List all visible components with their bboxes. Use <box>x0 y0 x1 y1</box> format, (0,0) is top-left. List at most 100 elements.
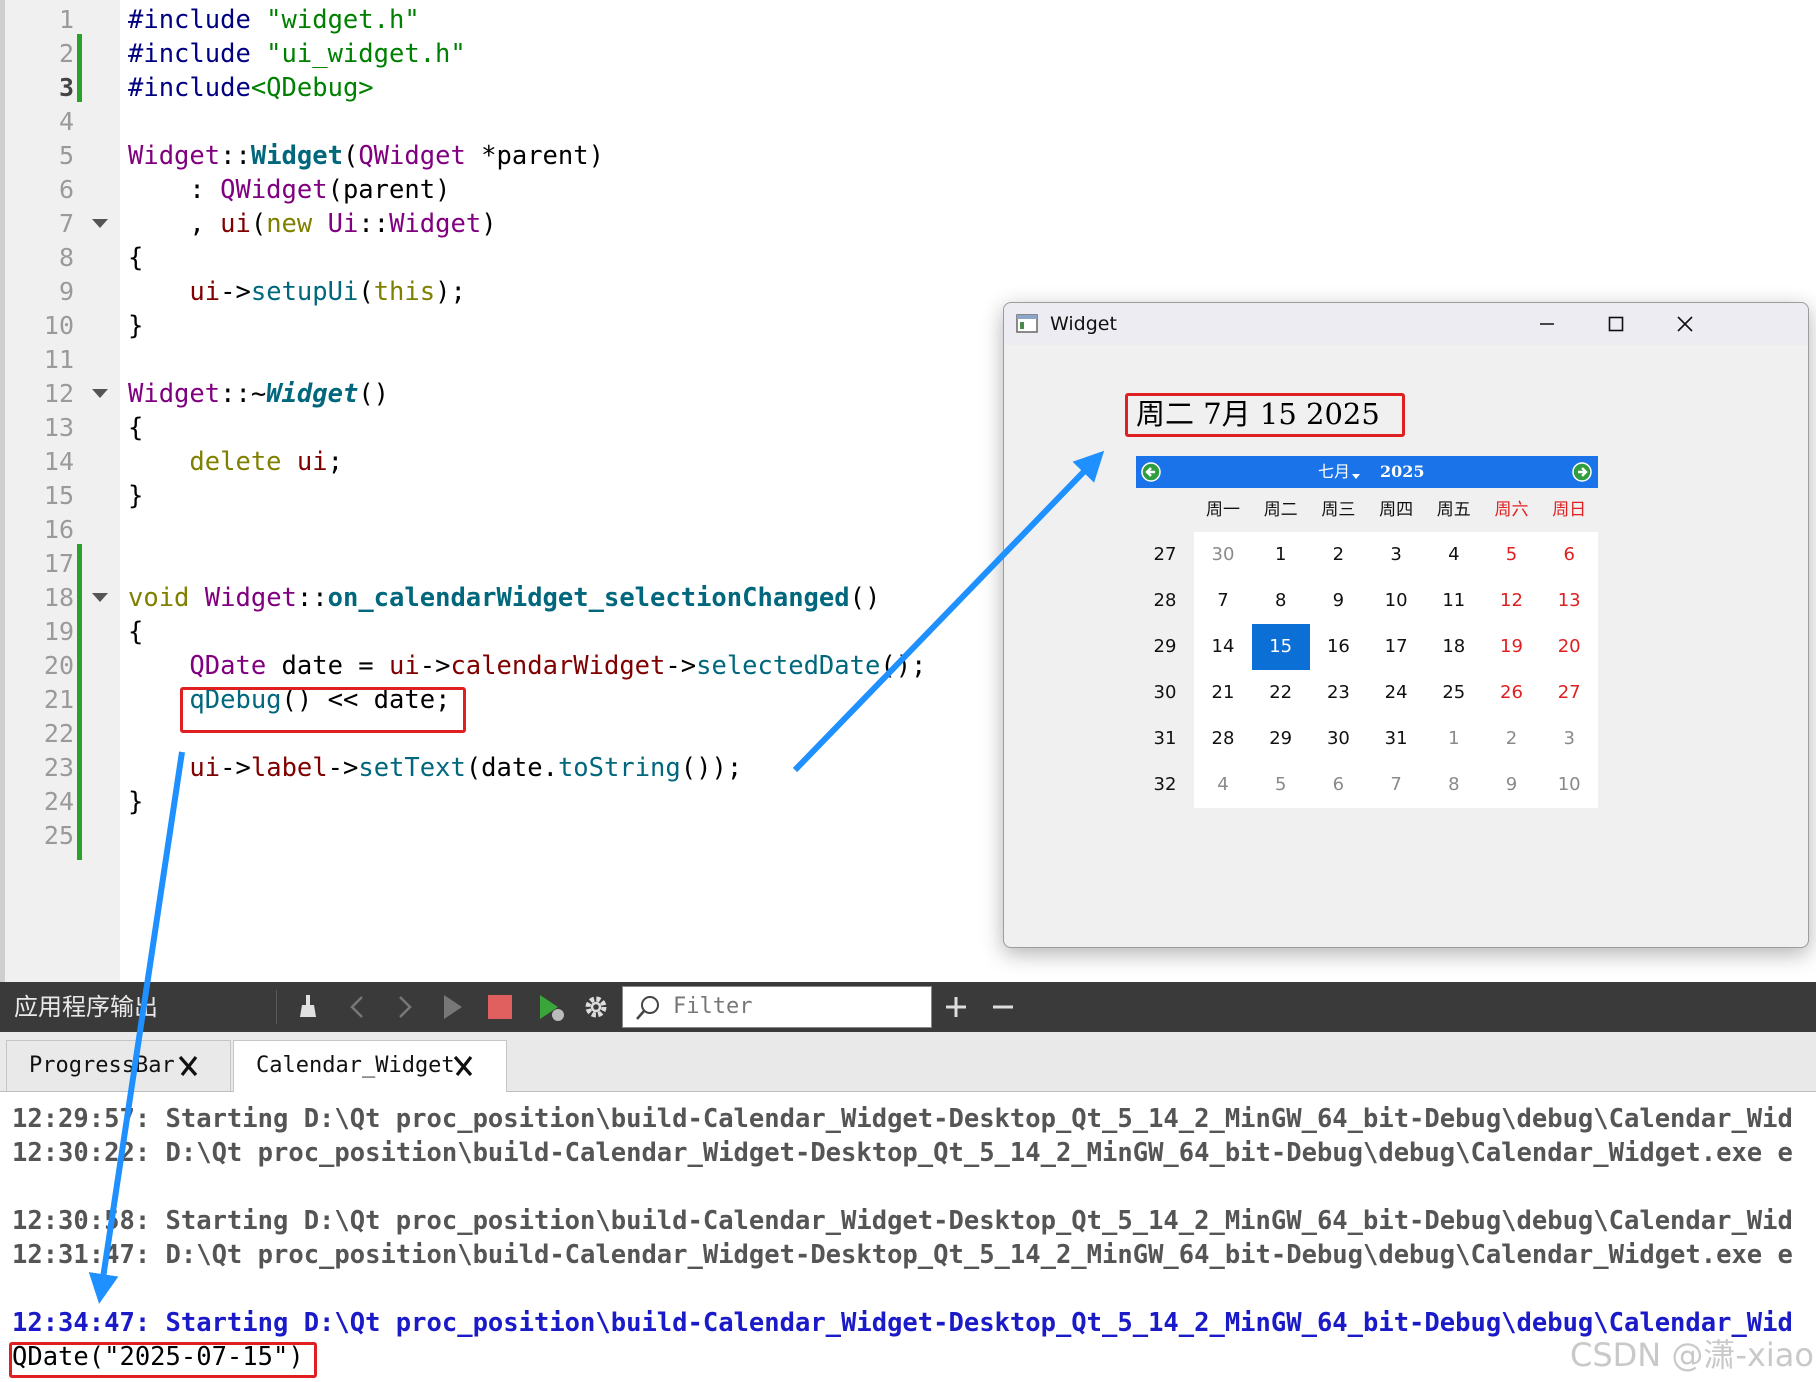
line-number: 16 <box>43 515 74 544</box>
previous-month-icon[interactable] <box>1141 462 1161 482</box>
code-line[interactable]: } <box>128 785 143 819</box>
widget-window[interactable]: Widget 周二 7月 15 2025 七月 2025 周一 周二 周三 周四 周五周… <box>1003 302 1809 948</box>
calendar-day[interactable]: 1 <box>1252 532 1310 578</box>
line-number: 5 <box>58 141 74 170</box>
tab-progressbar[interactable]: ProgressBar <box>6 1040 231 1091</box>
weekday-header: 周六 <box>1494 500 1529 520</box>
minimize-icon[interactable] <box>1532 309 1562 339</box>
calendar-day[interactable]: 8 <box>1425 762 1483 808</box>
next-month-icon[interactable] <box>1572 462 1592 482</box>
code-line[interactable]: Widget::~Widget() <box>128 377 389 411</box>
calendar-day[interactable]: 29 <box>1252 716 1310 762</box>
calendar-day[interactable]: 15 <box>1251 624 1310 670</box>
calendar-day[interactable]: 31 <box>1367 716 1425 762</box>
code-line[interactable]: : QWidget(parent) <box>128 173 450 207</box>
code-line[interactable]: #include "ui_widget.h" <box>128 37 466 71</box>
calendar-day[interactable]: 14 <box>1194 624 1252 670</box>
calendar-day[interactable]: 28 <box>1194 716 1252 762</box>
run-icon[interactable] <box>436 991 468 1023</box>
application-output-log[interactable]: 12:29:57: Starting D:\Qt proc_position\b… <box>0 1092 1816 1382</box>
line-number: 15 <box>43 481 74 510</box>
line-number: 23 <box>43 753 74 782</box>
code-line[interactable]: #include<QDebug> <box>128 71 374 105</box>
calendar-day[interactable]: 27 <box>1540 670 1598 716</box>
year-spinbox[interactable]: 2025 <box>1380 456 1425 488</box>
calendar-day[interactable]: 4 <box>1194 762 1252 808</box>
gear-icon[interactable] <box>580 991 612 1023</box>
code-line[interactable]: delete ui; <box>128 445 343 479</box>
code-line[interactable]: void Widget::on_calendarWidget_selection… <box>128 581 880 615</box>
code-token: void <box>128 583 190 613</box>
code-line[interactable]: { <box>128 411 143 445</box>
code-line[interactable]: #include "widget.h" <box>128 3 420 37</box>
calendar-day[interactable]: 21 <box>1194 670 1252 716</box>
calendar-day[interactable]: 3 <box>1367 532 1425 578</box>
calendar-day[interactable]: 8 <box>1252 578 1310 624</box>
previous-item-icon[interactable] <box>342 991 374 1023</box>
calendar-day[interactable]: 16 <box>1309 624 1367 670</box>
calendar-day[interactable]: 13 <box>1540 578 1598 624</box>
calendar-day[interactable]: 6 <box>1540 532 1598 578</box>
fold-arrow-icon[interactable] <box>92 593 108 602</box>
calendar-day[interactable]: 9 <box>1483 762 1541 808</box>
calendar-day[interactable]: 6 <box>1309 762 1367 808</box>
calendar-day[interactable]: 1 <box>1425 716 1483 762</box>
calendar-day[interactable]: 22 <box>1252 670 1310 716</box>
calendar-day[interactable]: 2 <box>1309 532 1367 578</box>
calendar-day[interactable]: 17 <box>1367 624 1425 670</box>
calendar-day[interactable]: 2 <box>1483 716 1541 762</box>
stop-icon[interactable] <box>484 991 516 1023</box>
close-tab-icon[interactable] <box>175 1053 201 1079</box>
code-line[interactable]: { <box>128 615 143 649</box>
chevron-down-icon[interactable] <box>1352 474 1360 479</box>
calendar-day[interactable]: 7 <box>1194 578 1252 624</box>
calendar-day[interactable]: 4 <box>1425 532 1483 578</box>
clear-output-icon[interactable] <box>292 991 324 1023</box>
code-line[interactable]: } <box>128 479 143 513</box>
code-token: this <box>373 277 436 307</box>
calendar-day[interactable]: 30 <box>1194 532 1252 578</box>
zoom-out-icon[interactable] <box>987 991 1019 1023</box>
calendar-day[interactable]: 12 <box>1483 578 1541 624</box>
month-dropdown[interactable]: 七月 <box>1318 456 1350 488</box>
calendar-day[interactable]: 19 <box>1483 624 1541 670</box>
calendar-day[interactable]: 7 <box>1367 762 1425 808</box>
code-token: label <box>250 753 328 783</box>
calendar-day[interactable]: 10 <box>1367 578 1425 624</box>
code-token: :: <box>220 141 251 171</box>
calendar-day[interactable]: 25 <box>1425 670 1483 716</box>
fold-arrow-icon[interactable] <box>92 389 108 398</box>
code-line[interactable]: , ui(new Ui::Widget) <box>128 207 496 241</box>
code-line[interactable]: ui->label->setText(date.toString()); <box>128 751 742 785</box>
calendar-day[interactable]: 5 <box>1252 762 1310 808</box>
code-line[interactable]: Widget::Widget(QWidget *parent) <box>128 139 604 173</box>
calendar-day[interactable]: 30 <box>1309 716 1367 762</box>
tab-calendar-widget[interactable]: Calendar_Widget <box>233 1040 507 1092</box>
calendar-day[interactable]: 26 <box>1483 670 1541 716</box>
code-line[interactable]: ui->setupUi(this); <box>128 275 465 309</box>
calendar-day[interactable]: 3 <box>1540 716 1598 762</box>
code-line[interactable]: } <box>128 309 143 343</box>
close-tab-icon[interactable] <box>450 1053 476 1079</box>
zoom-in-icon[interactable] <box>940 991 972 1023</box>
calendar-day[interactable]: 9 <box>1309 578 1367 624</box>
next-item-icon[interactable] <box>388 991 420 1023</box>
code-line[interactable]: QDate date = ui->calendarWidget->selecte… <box>128 649 926 683</box>
calendar-day[interactable]: 24 <box>1367 670 1425 716</box>
close-icon[interactable] <box>1670 309 1700 339</box>
calendar-widget[interactable]: 七月 2025 周一 周二 周三 周四 周五 周六 周日 27 28 29 30 31 32 30 1 2… <box>1136 456 1598 808</box>
calendar-day[interactable]: 18 <box>1425 624 1483 670</box>
filter-input[interactable]: Filter <box>622 986 932 1028</box>
calendar-day[interactable]: 20 <box>1540 624 1598 670</box>
window-titlebar[interactable]: Widget <box>1004 303 1808 345</box>
calendar-day[interactable]: 11 <box>1425 578 1483 624</box>
calendar-day[interactable]: 10 <box>1540 762 1598 808</box>
code-token: Widget <box>128 141 221 171</box>
debug-run-icon[interactable] <box>534 991 566 1023</box>
week-number: 32 <box>1153 774 1177 795</box>
calendar-day[interactable]: 23 <box>1309 670 1367 716</box>
maximize-icon[interactable] <box>1601 309 1631 339</box>
fold-arrow-icon[interactable] <box>92 219 108 228</box>
calendar-day[interactable]: 5 <box>1483 532 1541 578</box>
code-line[interactable]: { <box>128 241 143 275</box>
